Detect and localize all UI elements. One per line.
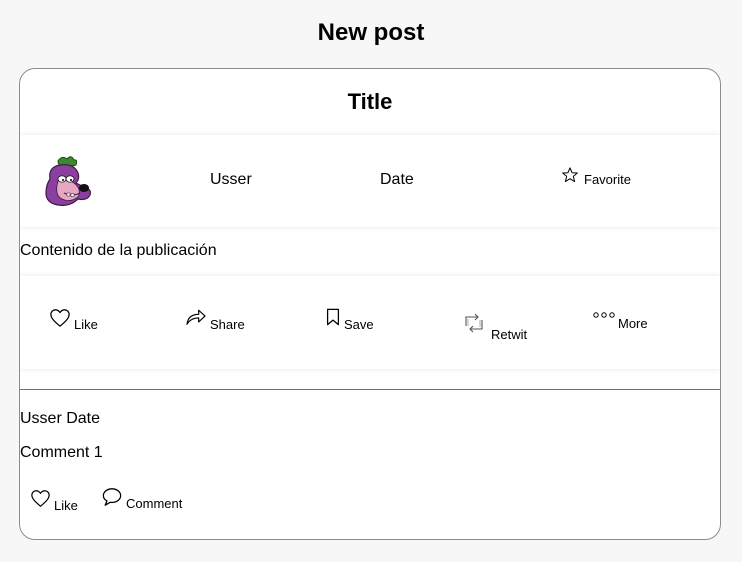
comment-like-button[interactable]: Like xyxy=(30,489,78,514)
comment-meta: Usser Date xyxy=(20,410,101,427)
comment-reply-label: Comment xyxy=(126,496,183,511)
comment-like-label: Like xyxy=(54,498,78,513)
like-label: Like xyxy=(74,317,98,332)
page-title: New post xyxy=(317,19,425,46)
favorite-button[interactable]: Favorite xyxy=(561,166,631,187)
speech-bubble-icon xyxy=(101,487,123,507)
more-dots-icon xyxy=(593,311,615,321)
bookmark-icon xyxy=(325,308,341,326)
post-date: Date xyxy=(380,171,414,188)
post-user[interactable]: Usser xyxy=(210,170,252,190)
heart-icon xyxy=(49,308,71,328)
retwit-icon xyxy=(462,312,486,334)
more-label: More xyxy=(618,316,648,331)
post-actions-row: Like Share Save Retwit More xyxy=(20,276,720,369)
cartoon-dog-avatar-icon xyxy=(45,156,91,206)
star-icon xyxy=(561,166,579,184)
post-meta-row: Usser Date Favorite xyxy=(20,135,720,227)
comment-reply-button[interactable]: Comment xyxy=(101,487,182,512)
save-label: Save xyxy=(344,317,374,332)
share-label: Share xyxy=(210,317,245,332)
more-button[interactable]: More xyxy=(593,311,648,332)
share-arrow-icon xyxy=(185,308,207,326)
retwit-label: Retwit xyxy=(491,327,528,342)
heart-icon xyxy=(30,489,51,508)
favorite-label: Favorite xyxy=(584,172,631,187)
post-title: Title xyxy=(347,89,393,114)
share-button[interactable]: Share xyxy=(185,308,245,333)
avatar xyxy=(40,155,94,209)
post-content: Contenido de la publicación xyxy=(20,242,217,259)
comment-body: Comment 1 xyxy=(20,444,103,461)
post-card: Title Usser Date Favorite Contenido de l… xyxy=(19,68,721,540)
save-button[interactable]: Save xyxy=(325,308,374,333)
comments-divider xyxy=(20,389,720,390)
retwit-button[interactable]: Retwit xyxy=(462,312,527,343)
like-button[interactable]: Like xyxy=(49,308,98,333)
